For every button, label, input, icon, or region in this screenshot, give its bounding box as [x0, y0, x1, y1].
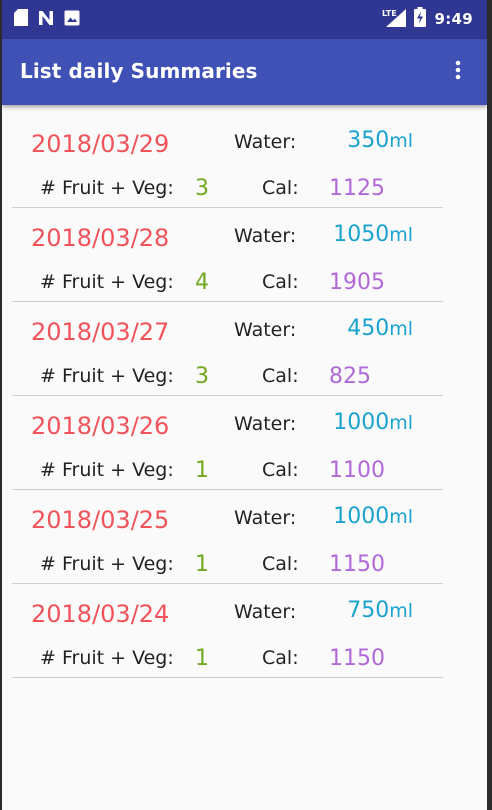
- water-label: Water:: [234, 507, 297, 529]
- water-label: Water:: [234, 225, 297, 247]
- summary-date: 2018/03/29: [31, 130, 170, 158]
- water-amount: 350: [347, 128, 390, 153]
- fruit-veg-value: 1: [195, 458, 209, 483]
- water-value: 350ml: [322, 128, 413, 153]
- summary-date: 2018/03/26: [31, 412, 170, 440]
- summary-date: 2018/03/28: [31, 224, 170, 252]
- cal-value: 825: [329, 364, 371, 389]
- cal-label: Cal:: [262, 271, 299, 293]
- water-label: Water:: [234, 601, 297, 623]
- water-unit: ml: [389, 600, 413, 622]
- cal-label: Cal:: [262, 177, 299, 199]
- water-value: 750ml: [322, 598, 413, 623]
- summary-row[interactable]: 2018/03/27 Water: 450ml # Fruit + Veg: 3…: [12, 302, 443, 396]
- more-vertical-icon: [455, 60, 461, 85]
- sd-card-icon: [14, 9, 28, 31]
- cal-value: 1125: [329, 176, 385, 201]
- water-value: 1000ml: [322, 504, 413, 529]
- cal-value: 1150: [329, 646, 385, 671]
- fruit-veg-value: 3: [195, 176, 209, 201]
- summary-row[interactable]: 2018/03/29 Water: 350ml # Fruit + Veg: 3…: [12, 114, 443, 208]
- cal-label: Cal:: [262, 459, 299, 481]
- overflow-menu-button[interactable]: [443, 57, 473, 87]
- fruit-veg-label: # Fruit + Veg:: [40, 459, 174, 481]
- app-frame: LTE 9:49 List daily Summaries 2018/03/29…: [2, 0, 487, 810]
- fruit-veg-value: 1: [195, 552, 209, 577]
- summary-date: 2018/03/25: [31, 506, 170, 534]
- water-unit: ml: [389, 318, 413, 340]
- water-unit: ml: [389, 130, 413, 152]
- fruit-veg-label: # Fruit + Veg:: [40, 271, 174, 293]
- fruit-veg-value: 3: [195, 364, 209, 389]
- water-value: 1000ml: [322, 410, 413, 435]
- water-label: Water:: [234, 131, 297, 153]
- cal-label: Cal:: [262, 365, 299, 387]
- fruit-veg-label: # Fruit + Veg:: [40, 365, 174, 387]
- fruit-veg-label: # Fruit + Veg:: [40, 553, 174, 575]
- cal-value: 1150: [329, 552, 385, 577]
- summary-row[interactable]: 2018/03/26 Water: 1000ml # Fruit + Veg: …: [12, 396, 443, 490]
- water-unit: ml: [389, 224, 413, 246]
- water-value: 1050ml: [322, 222, 413, 247]
- page-title: List daily Summaries: [20, 59, 258, 83]
- fruit-veg-value: 1: [195, 646, 209, 671]
- water-amount: 1050: [333, 222, 390, 247]
- image-notification-icon: [64, 10, 80, 31]
- water-amount: 450: [347, 316, 390, 341]
- fruit-veg-value: 4: [195, 270, 209, 295]
- app-bar: List daily Summaries: [2, 39, 487, 105]
- status-bar-notifications: [14, 9, 80, 31]
- cal-value: 1905: [329, 270, 385, 295]
- summary-row[interactable]: 2018/03/25 Water: 1000ml # Fruit + Veg: …: [12, 490, 443, 584]
- cal-label: Cal:: [262, 647, 299, 669]
- water-amount: 750: [347, 598, 390, 623]
- water-unit: ml: [389, 506, 413, 528]
- summary-row[interactable]: 2018/03/28 Water: 1050ml # Fruit + Veg: …: [12, 208, 443, 302]
- lte-signal-icon: LTE: [382, 7, 407, 32]
- battery-charging-icon: [414, 6, 427, 32]
- cal-value: 1100: [329, 458, 385, 483]
- water-amount: 1000: [333, 504, 390, 529]
- status-time: 9:49: [434, 10, 473, 28]
- svg-text:LTE: LTE: [382, 9, 397, 18]
- fruit-veg-label: # Fruit + Veg:: [40, 177, 174, 199]
- summary-date: 2018/03/27: [31, 318, 170, 346]
- status-bar-system: LTE 9:49: [382, 6, 473, 32]
- fruit-veg-label: # Fruit + Veg:: [40, 647, 174, 669]
- summary-list: 2018/03/29 Water: 350ml # Fruit + Veg: 3…: [12, 114, 443, 678]
- water-label: Water:: [234, 319, 297, 341]
- summary-date: 2018/03/24: [31, 600, 170, 628]
- water-unit: ml: [389, 412, 413, 434]
- n-notification-icon: [38, 10, 54, 31]
- water-amount: 1000: [333, 410, 390, 435]
- summary-row[interactable]: 2018/03/24 Water: 750ml # Fruit + Veg: 1…: [12, 584, 443, 678]
- status-bar: LTE 9:49: [2, 0, 487, 39]
- water-label: Water:: [234, 413, 297, 435]
- water-value: 450ml: [322, 316, 413, 341]
- cal-label: Cal:: [262, 553, 299, 575]
